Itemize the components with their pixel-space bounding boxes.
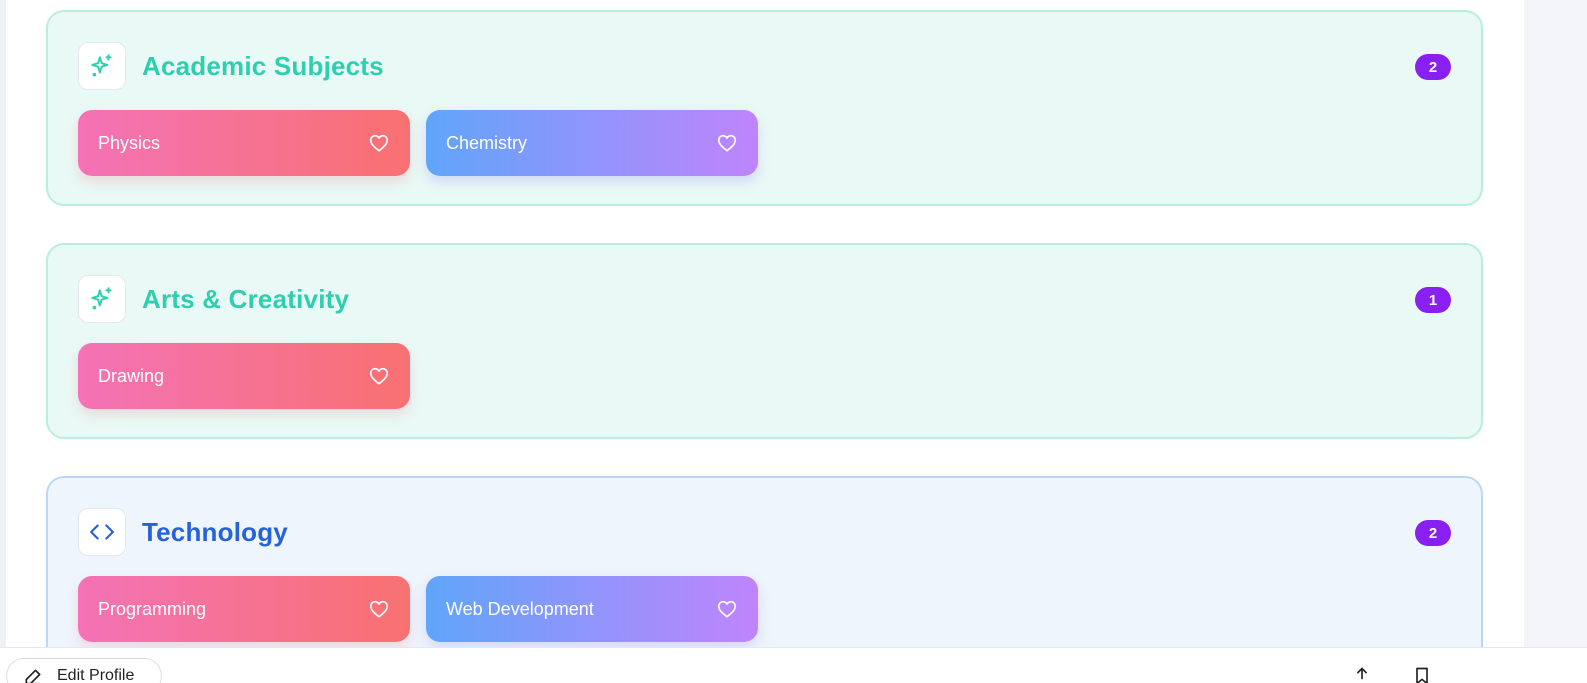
category-title: Technology — [142, 516, 288, 547]
interests-panel: Academic Subjects 2 Physics Chemistry Ar… — [6, 0, 1524, 647]
heart-icon[interactable] — [368, 598, 390, 620]
interest-chip-drawing[interactable]: Drawing — [78, 343, 410, 409]
chip-label: Web Development — [446, 598, 594, 619]
bottom-action-bar: Edit Profile — [0, 647, 1587, 683]
code-icon — [78, 508, 126, 556]
interest-chip-web-development[interactable]: Web Development — [426, 576, 758, 642]
edit-profile-label: Edit Profile — [57, 667, 135, 683]
category-title: Academic Subjects — [142, 50, 384, 81]
heart-icon[interactable] — [716, 132, 738, 154]
category-arts-creativity: Arts & Creativity 1 Drawing — [46, 243, 1483, 439]
category-header: Academic Subjects — [78, 42, 384, 90]
count-badge: 2 — [1415, 520, 1451, 546]
interest-chip-list: Programming Web Development — [78, 576, 758, 642]
category-technology: Technology 2 Programming Web Development — [46, 476, 1483, 647]
heart-icon[interactable] — [368, 365, 390, 387]
edit-profile-button[interactable]: Edit Profile — [6, 658, 162, 683]
chip-label: Chemistry — [446, 132, 528, 153]
interest-chip-physics[interactable]: Physics — [78, 110, 410, 176]
interest-chip-chemistry[interactable]: Chemistry — [426, 110, 758, 176]
page: Academic Subjects 2 Physics Chemistry Ar… — [0, 0, 1587, 683]
category-header: Arts & Creativity — [78, 275, 349, 323]
share-icon[interactable] — [1352, 666, 1372, 683]
count-badge: 1 — [1415, 287, 1451, 313]
heart-icon[interactable] — [368, 132, 390, 154]
count-badge: 2 — [1415, 54, 1451, 80]
category-title: Arts & Creativity — [142, 283, 350, 314]
category-academic-subjects: Academic Subjects 2 Physics Chemistry — [46, 10, 1483, 206]
heart-icon[interactable] — [716, 598, 738, 620]
sparkles-icon — [78, 275, 126, 323]
right-gutter — [1524, 0, 1587, 647]
edit-icon — [25, 669, 41, 683]
interest-chip-list: Drawing — [78, 343, 410, 409]
bookmark-icon[interactable] — [1412, 666, 1432, 683]
chip-label: Programming — [98, 598, 207, 619]
interest-chip-list: Physics Chemistry — [78, 110, 758, 176]
category-header: Technology — [78, 508, 288, 556]
chip-label: Drawing — [98, 365, 165, 386]
interest-chip-programming[interactable]: Programming — [78, 576, 410, 642]
sparkles-icon — [78, 42, 126, 90]
chip-label: Physics — [98, 132, 161, 153]
